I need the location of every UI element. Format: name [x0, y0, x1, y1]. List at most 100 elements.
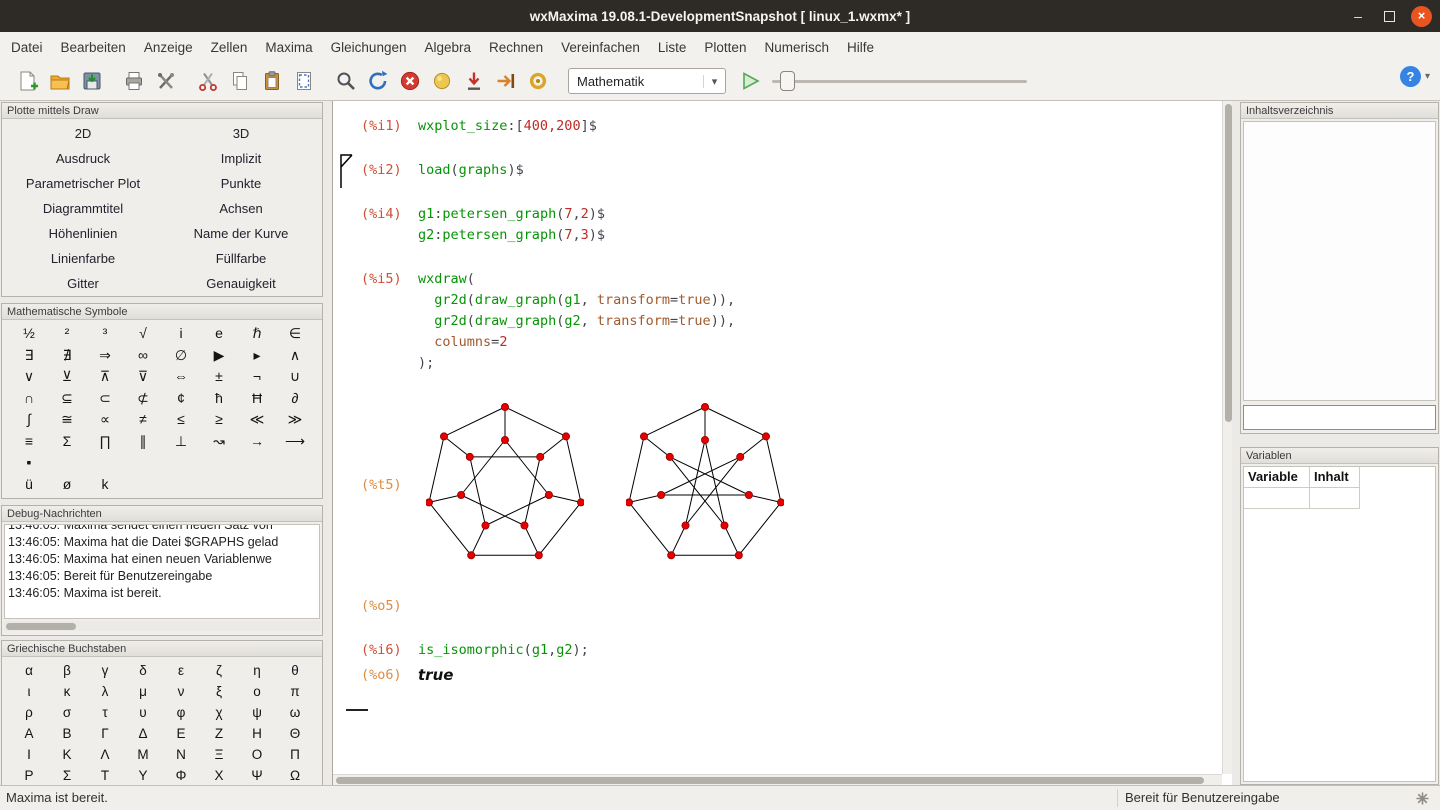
maximize-button[interactable]: [1384, 11, 1395, 22]
interrupt-button[interactable]: [395, 66, 425, 96]
math-symbol[interactable]: ±: [200, 366, 238, 388]
cell-bracket[interactable]: [339, 153, 354, 195]
cell-content[interactable]: [418, 397, 784, 573]
math-symbol[interactable]: ø: [48, 474, 86, 496]
math-symbol[interactable]: ∩: [10, 388, 48, 410]
draw-pane-button[interactable]: Genauigkeit: [162, 271, 320, 296]
greek-letter[interactable]: θ: [276, 660, 314, 681]
math-symbol[interactable]: ∨: [10, 366, 48, 388]
math-symbol[interactable]: ü: [10, 474, 48, 496]
greek-letter[interactable]: ρ: [10, 702, 48, 723]
greek-letter[interactable]: ι: [10, 681, 48, 702]
draw-pane-button[interactable]: Implizit: [162, 146, 320, 171]
math-symbol[interactable]: [200, 452, 238, 474]
math-symbol[interactable]: ▶: [200, 345, 238, 367]
math-symbol[interactable]: ⇒: [86, 345, 124, 367]
greek-letter[interactable]: Λ: [86, 744, 124, 765]
math-symbol[interactable]: ▪: [10, 452, 48, 474]
greek-letter[interactable]: Ρ: [10, 765, 48, 786]
math-symbol[interactable]: ≪: [238, 409, 276, 431]
math-symbol[interactable]: ∏: [86, 431, 124, 453]
greek-letter[interactable]: Υ: [124, 765, 162, 786]
worksheet-vertical-scrollbar[interactable]: [1222, 101, 1232, 774]
math-symbol[interactable]: ∪: [276, 366, 314, 388]
draw-pane-button[interactable]: Achsen: [162, 196, 320, 221]
greek-letter[interactable]: Γ: [86, 723, 124, 744]
worksheet-cell[interactable]: (%o5): [361, 596, 1222, 617]
right-sash[interactable]: [1232, 101, 1240, 785]
draw-pane-button[interactable]: 3D: [162, 121, 320, 146]
help-button[interactable]: ?: [1400, 66, 1421, 87]
math-symbol[interactable]: ⊻: [48, 366, 86, 388]
cell-content[interactable]: is_isomorphic(g1,g2);: [418, 640, 589, 661]
draw-pane-button[interactable]: Füllfarbe: [162, 246, 320, 271]
math-symbol[interactable]: ≫: [276, 409, 314, 431]
math-symbol[interactable]: [124, 452, 162, 474]
greek-letter[interactable]: Ψ: [238, 765, 276, 786]
draw-pane-button[interactable]: Ausdruck: [4, 146, 162, 171]
worksheet-cell[interactable]: (%i5)wxdraw( gr2d(draw_graph(g1, transfo…: [361, 269, 1222, 374]
toc-tree[interactable]: [1243, 121, 1436, 401]
worksheet-cell[interactable]: (%o6)true: [361, 665, 1222, 686]
worksheet-cell[interactable]: (%i6)is_isomorphic(g1,g2);: [361, 640, 1222, 661]
greek-letter[interactable]: μ: [124, 681, 162, 702]
menu-item[interactable]: Zellen: [202, 35, 257, 60]
draw-pane-button[interactable]: Parametrischer Plot: [4, 171, 162, 196]
greek-letter[interactable]: χ: [200, 702, 238, 723]
greek-letter[interactable]: υ: [124, 702, 162, 723]
scrollbar-thumb[interactable]: [336, 777, 1204, 784]
math-symbol[interactable]: ¬: [238, 366, 276, 388]
math-symbol[interactable]: ≤: [162, 409, 200, 431]
cell-content[interactable]: true: [418, 665, 453, 686]
menu-item[interactable]: Algebra: [415, 35, 480, 60]
greek-letter[interactable]: Φ: [162, 765, 200, 786]
math-symbol[interactable]: ▸: [238, 345, 276, 367]
toc-filter-input[interactable]: [1243, 405, 1436, 430]
print-button[interactable]: [119, 66, 149, 96]
worksheet-cell[interactable]: (%t5): [361, 397, 1222, 573]
open-button[interactable]: [45, 66, 75, 96]
worksheet-cell[interactable]: (%i2)load(graphs)$: [361, 160, 1222, 181]
math-symbol[interactable]: ∝: [86, 409, 124, 431]
greek-letter[interactable]: Η: [238, 723, 276, 744]
animation-slider[interactable]: [772, 68, 1027, 94]
greek-letter[interactable]: ο: [238, 681, 276, 702]
greek-letter[interactable]: π: [276, 681, 314, 702]
math-symbol[interactable]: ℏ: [238, 323, 276, 345]
draw-pane-button[interactable]: Punkte: [162, 171, 320, 196]
menu-item[interactable]: Vereinfachen: [552, 35, 649, 60]
menu-item[interactable]: Plotten: [695, 35, 755, 60]
greek-letter[interactable]: Κ: [48, 744, 86, 765]
greek-letter[interactable]: Σ: [48, 765, 86, 786]
greek-letter[interactable]: η: [238, 660, 276, 681]
select-all-button[interactable]: [289, 66, 319, 96]
animation-play-button[interactable]: [738, 68, 764, 94]
minimize-button[interactable]: –: [1348, 9, 1368, 23]
greek-letter[interactable]: δ: [124, 660, 162, 681]
greek-letter[interactable]: Β: [48, 723, 86, 744]
math-symbol[interactable]: ⊄: [124, 388, 162, 410]
menu-item[interactable]: Maxima: [256, 35, 321, 60]
variables-cell[interactable]: [1244, 488, 1310, 509]
scrollbar-thumb[interactable]: [1225, 104, 1232, 422]
greek-letter[interactable]: β: [48, 660, 86, 681]
debug-message-list[interactable]: 13:46:05: Maxima sendet einen neuen Satz…: [4, 524, 320, 619]
math-symbol[interactable]: [86, 452, 124, 474]
greek-letter[interactable]: φ: [162, 702, 200, 723]
math-symbol[interactable]: k: [86, 474, 124, 496]
variables-cell[interactable]: [1310, 488, 1360, 509]
cell-content[interactable]: wxplot_size:[400,200]$: [418, 116, 597, 137]
math-symbol[interactable]: ¢: [162, 388, 200, 410]
greek-letter[interactable]: ξ: [200, 681, 238, 702]
greek-letter[interactable]: Τ: [86, 765, 124, 786]
menu-item[interactable]: Datei: [2, 35, 52, 60]
math-symbol[interactable]: ≠: [124, 409, 162, 431]
greek-letter[interactable]: Π: [276, 744, 314, 765]
math-symbol[interactable]: [48, 452, 86, 474]
math-symbol[interactable]: i: [162, 323, 200, 345]
evaluate-till-here-button[interactable]: [459, 66, 489, 96]
configure-button[interactable]: [151, 66, 181, 96]
variables-table[interactable]: Variable Inhalt: [1243, 466, 1436, 782]
greek-letter[interactable]: ν: [162, 681, 200, 702]
math-symbol[interactable]: [162, 452, 200, 474]
